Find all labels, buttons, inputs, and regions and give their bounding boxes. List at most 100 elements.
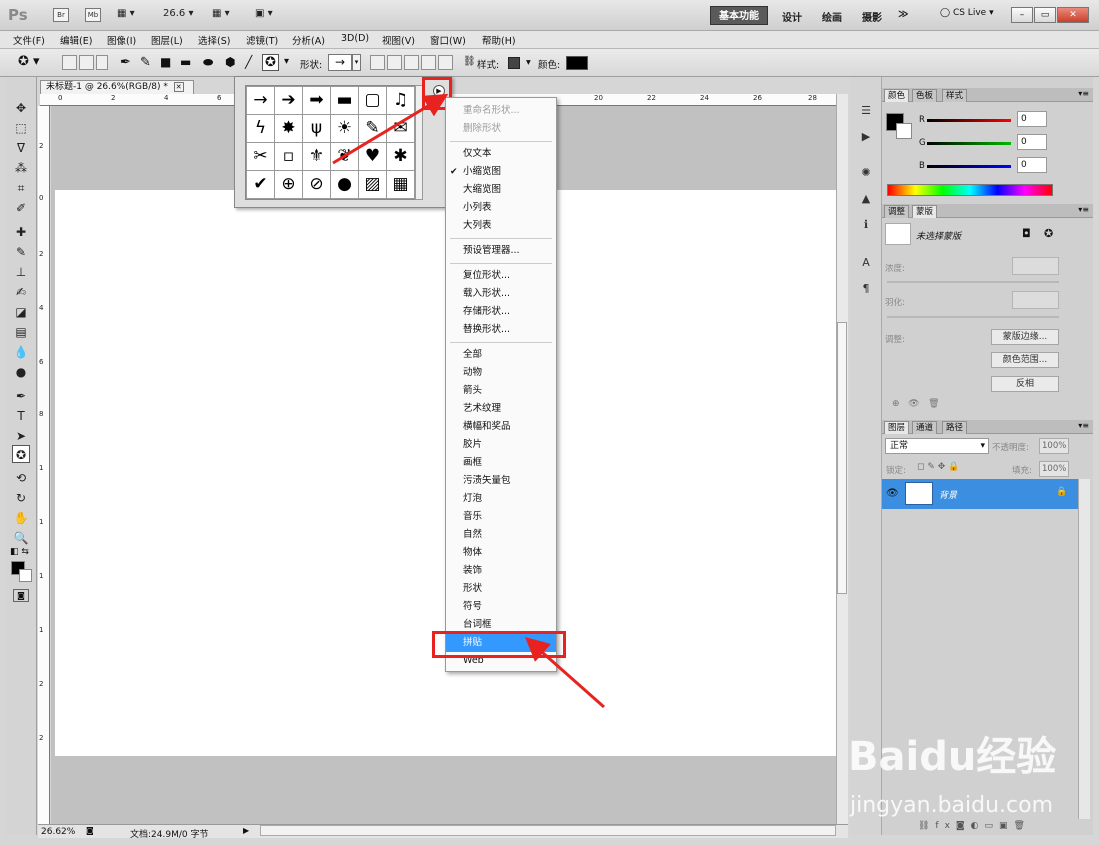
- eye-visibility-icon[interactable]: 👁: [886, 488, 899, 499]
- arrange-documents-dropdown[interactable]: ▦ ▾: [212, 8, 230, 19]
- flyout-menu-item[interactable]: 画框: [446, 454, 556, 472]
- flyout-menu-item[interactable]: 物体: [446, 544, 556, 562]
- maximize-button[interactable]: ▭: [1034, 7, 1056, 23]
- flyout-menu-item[interactable]: 横幅和奖品: [446, 418, 556, 436]
- pixel-mask-icon[interactable]: ◘: [1022, 227, 1031, 240]
- pen-tool-icon[interactable]: ✒: [120, 55, 131, 70]
- more-workspaces-button[interactable]: ≫: [898, 9, 908, 20]
- minimize-button[interactable]: –: [1011, 7, 1033, 23]
- pen-tool-icon[interactable]: ✒: [12, 387, 30, 405]
- flyout-menu-item[interactable]: 存储形状...: [446, 303, 556, 321]
- tab-masks[interactable]: 蒙版: [912, 205, 938, 218]
- menu-analysis[interactable]: 分析(A): [292, 33, 325, 47]
- mini-bridge-button[interactable]: Mb: [85, 8, 101, 22]
- shape-cell[interactable]: ♫: [386, 86, 415, 115]
- flyout-menu-item[interactable]: 符号: [446, 598, 556, 616]
- path-selection-icon[interactable]: ➤: [12, 427, 30, 445]
- shape-cell[interactable]: ▫: [274, 142, 303, 171]
- shape-cell[interactable]: ▨: [358, 170, 387, 199]
- shape-cell[interactable]: ▬: [330, 86, 359, 115]
- workspace-painting-button[interactable]: 绘画: [822, 9, 842, 24]
- default-colors-icon[interactable]: ◧ ⇆: [10, 547, 29, 557]
- shape-cell[interactable]: ✉: [386, 114, 415, 143]
- custom-shape-tool-icon[interactable]: ✪: [12, 445, 30, 463]
- intersect-shape-mode-button[interactable]: [421, 55, 436, 70]
- flyout-menu-item[interactable]: 大列表: [446, 217, 556, 235]
- flyout-menu-item[interactable]: 载入形状...: [446, 285, 556, 303]
- workspace-essentials-button[interactable]: 基本功能: [710, 6, 768, 25]
- flyout-menu-item[interactable]: 形状: [446, 580, 556, 598]
- quick-selection-icon[interactable]: ⁂: [12, 159, 30, 177]
- mask-edge-button[interactable]: 蒙版边缘...: [991, 329, 1059, 345]
- menu-view[interactable]: 视图(V): [382, 33, 415, 47]
- character-panel-icon[interactable]: A: [858, 255, 874, 271]
- shape-cell[interactable]: ☀: [330, 114, 359, 143]
- flyout-menu-item[interactable]: ✔ 小缩览图: [446, 163, 556, 181]
- crop-tool-icon[interactable]: ⌗: [12, 179, 30, 197]
- navigator-panel-icon[interactable]: ✺: [858, 165, 874, 181]
- background-color-swatch[interactable]: [896, 123, 912, 139]
- brush-tool-icon[interactable]: ✎: [12, 243, 30, 261]
- history-panel-icon[interactable]: ☰: [858, 103, 874, 119]
- screen-mode-dropdown[interactable]: ▣ ▾: [255, 8, 273, 19]
- panel-menu-icon[interactable]: ▾≡: [1078, 89, 1089, 98]
- flyout-menu-item[interactable]: 音乐: [446, 508, 556, 526]
- actions-panel-icon[interactable]: ▶: [858, 129, 874, 145]
- polygon-tool-icon[interactable]: ⬢: [225, 55, 235, 69]
- flyout-menu-item[interactable]: 箭头: [446, 382, 556, 400]
- flyout-menu-item[interactable]: 动物: [446, 364, 556, 382]
- menu-file[interactable]: 文件(F): [13, 33, 45, 47]
- flyout-menu-item[interactable]: 灯泡: [446, 490, 556, 508]
- shape-cell[interactable]: ψ: [302, 114, 331, 143]
- opacity-field[interactable]: 100%: [1039, 438, 1069, 454]
- channel-g-slider[interactable]: [927, 142, 1011, 145]
- layers-scrollbar[interactable]: [1078, 479, 1090, 819]
- move-tool-icon[interactable]: ✥: [12, 99, 30, 117]
- channel-b-slider[interactable]: [927, 165, 1011, 168]
- tab-channels[interactable]: 通道: [912, 421, 938, 434]
- feather-slider[interactable]: [887, 316, 1059, 318]
- menu-select[interactable]: 选择(S): [198, 33, 230, 47]
- 3d-orbit-icon[interactable]: ↻: [12, 489, 30, 507]
- cs-live-button[interactable]: ◯ CS Live ▾: [940, 8, 994, 18]
- channel-b-value[interactable]: 0: [1017, 157, 1047, 173]
- density-slider[interactable]: [887, 281, 1059, 283]
- shape-cell[interactable]: ✸: [274, 114, 303, 143]
- vertical-scroll-thumb[interactable]: [837, 322, 847, 594]
- menu-filter[interactable]: 滤镜(T): [246, 33, 278, 47]
- invert-button[interactable]: 反相: [991, 376, 1059, 392]
- flyout-menu-item[interactable]: 自然: [446, 526, 556, 544]
- shape-cell[interactable]: ♥: [358, 142, 387, 171]
- hand-tool-icon[interactable]: ✋: [12, 509, 30, 527]
- new-layer-mode-button[interactable]: [370, 55, 385, 70]
- shape-cell[interactable]: ▦: [386, 170, 415, 199]
- color-range-button[interactable]: 颜色范围...: [991, 352, 1059, 368]
- custom-shape-tool-icon[interactable]: ✪: [262, 54, 279, 71]
- line-tool-icon[interactable]: ╱: [245, 55, 252, 69]
- tool-preset-icon[interactable]: ✪ ▾: [18, 54, 40, 69]
- shape-cell[interactable]: ❦: [330, 142, 359, 171]
- clone-stamp-icon[interactable]: ⊥: [12, 263, 30, 281]
- workspace-photography-button[interactable]: 摄影: [862, 9, 882, 24]
- flyout-menu-item[interactable]: 污渍矢量包: [446, 472, 556, 490]
- menu-edit[interactable]: 编辑(E): [60, 33, 92, 47]
- shape-cell[interactable]: ▢: [358, 86, 387, 115]
- shape-cell[interactable]: ⚜: [302, 142, 331, 171]
- feather-field[interactable]: [1012, 291, 1059, 309]
- shape-cell[interactable]: →: [246, 86, 275, 115]
- fill-field[interactable]: 100%: [1039, 461, 1069, 477]
- tab-adjustments[interactable]: 调整: [884, 205, 910, 218]
- subtract-shape-mode-button[interactable]: [404, 55, 419, 70]
- density-field[interactable]: [1012, 257, 1059, 275]
- close-button[interactable]: ✕: [1057, 7, 1089, 23]
- paragraph-panel-icon[interactable]: ¶: [858, 281, 874, 297]
- fill-pixels-button[interactable]: [96, 55, 108, 70]
- view-extras-dropdown[interactable]: ▦ ▾: [117, 8, 135, 19]
- tab-swatches[interactable]: 色板: [912, 89, 938, 102]
- status-menu-arrow-icon[interactable]: ▶: [243, 826, 249, 835]
- shape-cell[interactable]: ϟ: [246, 114, 275, 143]
- shape-cell[interactable]: ⊕: [274, 170, 303, 199]
- menu-image[interactable]: 图像(I): [107, 33, 136, 47]
- flyout-menu-item[interactable]: 预设管理器...: [446, 242, 556, 260]
- flyout-menu-item[interactable]: 替换形状...: [446, 321, 556, 339]
